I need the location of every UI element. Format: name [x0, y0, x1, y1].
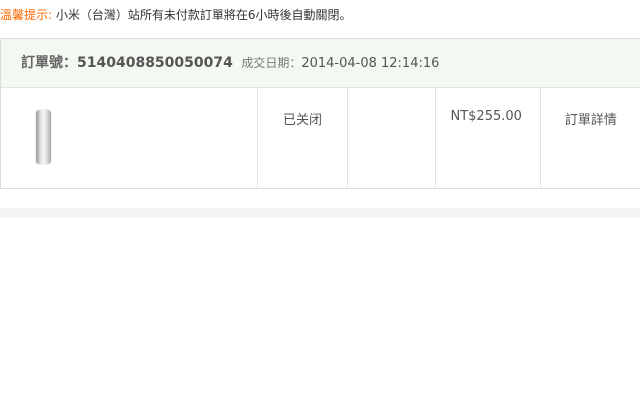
order-price: NT$255.00: [436, 88, 541, 188]
order-card: 訂單號：5140408850050074 成交日期：2014-04-08 12:…: [0, 38, 640, 189]
product-cell: [1, 88, 259, 188]
notice-text: 小米（台灣）站所有未付款訂單將在6小時後自動關閉。: [52, 8, 352, 22]
empty-cell: [348, 88, 436, 188]
order-header: 訂單號：5140408850050074 成交日期：2014-04-08 12:…: [1, 39, 640, 88]
order-detail-link[interactable]: 訂單詳情: [541, 88, 640, 188]
order-status: 已关闭: [258, 88, 348, 188]
notice-label: 溫馨提示:: [0, 8, 53, 22]
order-row: 已关闭 NT$255.00 訂單詳情: [1, 88, 640, 188]
order-date: 2014-04-08 12:14:16: [301, 56, 440, 71]
section-divider: [0, 208, 640, 218]
product-thumbnail-icon[interactable]: [36, 110, 51, 164]
order-number: 5140408850050074: [77, 55, 233, 71]
order-date-label: 成交日期：: [241, 56, 302, 70]
order-notice: 溫馨提示: 小米（台灣）站所有未付款訂單將在6小時後自動關閉。: [0, 6, 352, 24]
order-number-label: 訂單號：: [21, 55, 77, 71]
